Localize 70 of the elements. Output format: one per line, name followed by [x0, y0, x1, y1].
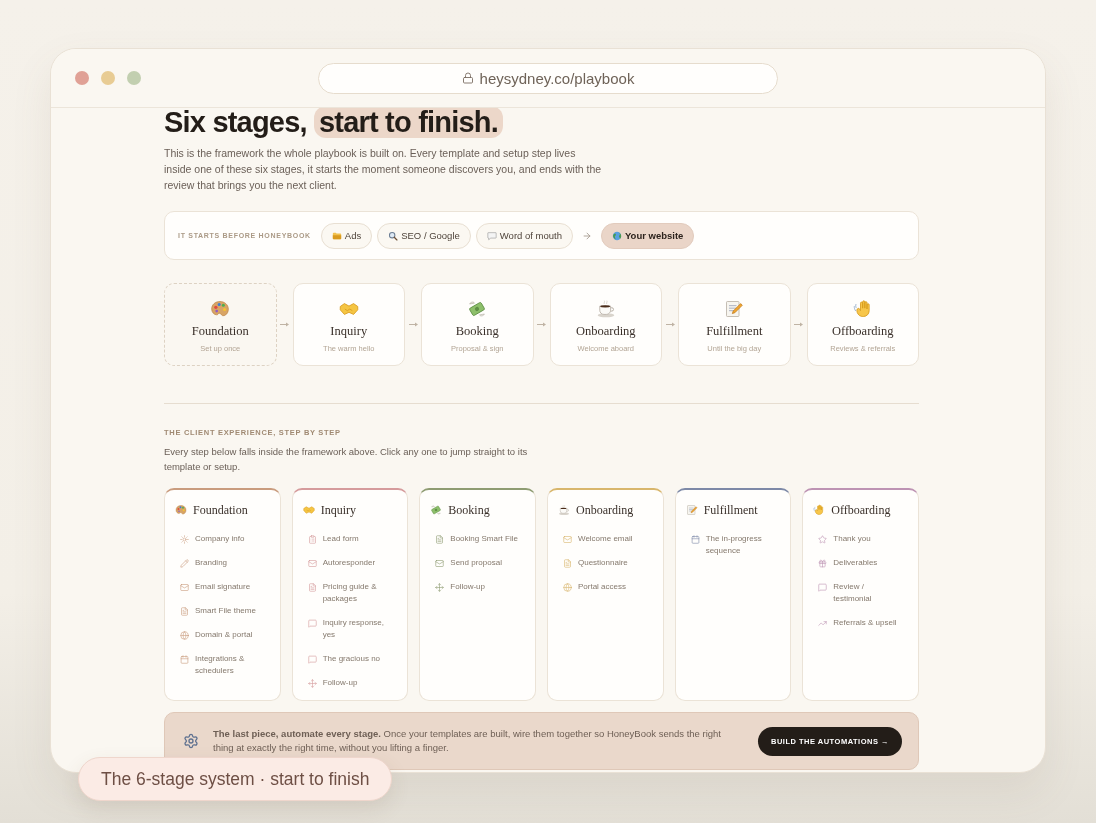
step-link[interactable]: Company info [180, 533, 264, 545]
gear-icon [183, 733, 199, 749]
speech-bubble-icon [486, 230, 497, 241]
arrow-icon [280, 322, 289, 327]
column-title: Fulfillment [703, 503, 758, 517]
step-link[interactable]: Follow-up [435, 581, 519, 593]
step-link[interactable]: Email signature [180, 581, 264, 593]
tag-label: Ads [344, 230, 362, 241]
arrow-icon [408, 322, 418, 327]
step-link[interactable]: The in-progress sequence [690, 533, 775, 557]
caption-label: The 6-stage system · start to finish [78, 757, 393, 801]
step-link[interactable]: Thank you [818, 533, 902, 545]
tag-label: Word of mouth [499, 230, 562, 241]
stage-name: Booking [455, 324, 499, 338]
waving-hand-icon [852, 299, 873, 319]
column-title: Offboarding [831, 503, 891, 517]
step-link[interactable]: Autoresponder [307, 557, 392, 569]
stage-name: Offboarding [831, 324, 894, 338]
arrow-icon [794, 322, 803, 327]
column-title: Onboarding [576, 503, 634, 517]
winged-banknote-icon [430, 504, 443, 516]
step-link[interactable]: Referrals & upsell [818, 617, 902, 629]
step-link[interactable]: Pricing guide & packages [307, 581, 392, 605]
stage-name: Inquiry [330, 324, 368, 338]
step-link[interactable]: Follow-up [307, 677, 392, 689]
window-zoom-button[interactable] [127, 71, 141, 85]
step-link[interactable]: Inquiry response, yes [307, 617, 392, 641]
step-link[interactable]: Integrations & schedulers [180, 653, 264, 677]
banner-text: The last piece, automate every stage. Once your templates are built, wire them together so HoneyBook sends the right thing at exactly the right time, without you lifting a finger. [213, 727, 722, 755]
window-minimize-button[interactable] [101, 71, 115, 85]
step-link[interactable]: Smart File theme [180, 605, 264, 617]
tag-label: Your website [624, 230, 684, 241]
intro-text: This is the framework the whole playbook is built on. Every template and setup step lives inside one of these six stages, it starts the moment someone discovers you, and ends with the review that brings you the next client. [164, 146, 603, 193]
step-link[interactable]: Review / testimonial [818, 581, 902, 605]
step-link[interactable]: Branding [180, 557, 264, 569]
globe-icon [611, 230, 622, 241]
tag-label: SEO / Google [401, 230, 460, 241]
palette-icon [175, 504, 187, 516]
window-close-button[interactable] [75, 71, 89, 85]
step-link[interactable]: The gracious no [307, 653, 392, 665]
step-link[interactable]: Booking Smart File [435, 533, 519, 545]
folder-icon [331, 230, 342, 241]
arrow-icon [537, 322, 546, 327]
waving-hand-icon [813, 504, 826, 516]
coffee-cup-icon [558, 504, 570, 516]
stage-name: Onboarding [575, 324, 636, 338]
step-link[interactable]: Welcome email [563, 533, 647, 545]
step-link[interactable]: Lead form [307, 533, 392, 545]
search-icon [388, 230, 399, 241]
step-link[interactable]: Questionnaire [563, 557, 647, 569]
address-bar[interactable]: heysydney.co/playbook [318, 62, 778, 94]
palette-icon [210, 299, 231, 319]
handshake-icon [302, 504, 315, 516]
step-link[interactable]: Send proposal [435, 557, 519, 569]
page-title: Six stages, start to finish. [164, 108, 503, 136]
column-title: Foundation [193, 503, 248, 517]
stage-name: Fulfillment [706, 324, 763, 338]
stage-name: Foundation [191, 324, 249, 338]
step-link[interactable]: Deliverables [818, 557, 902, 569]
arrow-icon [581, 230, 592, 241]
memo-pencil-icon [685, 504, 698, 516]
step-link[interactable]: Portal access [563, 581, 647, 593]
section-intro: Every step below falls inside the framework above. Click any one to jump straight to its template or setup. [164, 445, 529, 474]
step-link[interactable]: Domain & portal [180, 629, 264, 641]
column-title: Booking [448, 503, 490, 517]
memo-pencil-icon [724, 299, 745, 319]
lock-icon [461, 72, 474, 84]
coffee-cup-icon [595, 299, 616, 319]
column-title: Inquiry [320, 503, 356, 517]
arrow-icon [665, 322, 675, 327]
